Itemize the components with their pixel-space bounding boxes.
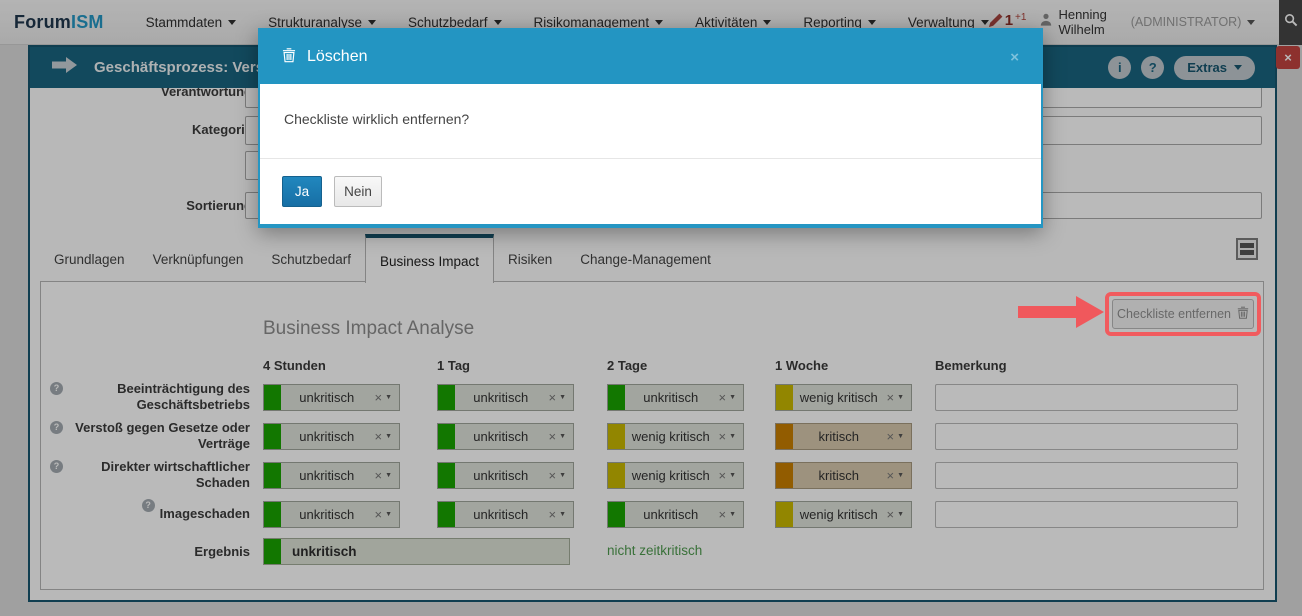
modal-body: Checkliste wirklich entfernen? bbox=[260, 84, 1041, 127]
modal-header: Löschen × bbox=[260, 30, 1041, 84]
delete-confirm-modal: Löschen × Checkliste wirklich entfernen?… bbox=[258, 28, 1043, 228]
trash-icon bbox=[282, 47, 296, 68]
close-icon[interactable]: × bbox=[1010, 49, 1019, 66]
modal-footer: Ja Nein bbox=[260, 158, 1041, 224]
modal-message: Checkliste wirklich entfernen? bbox=[284, 111, 469, 127]
modal-title: Löschen bbox=[307, 48, 368, 66]
confirm-yes-button[interactable]: Ja bbox=[282, 176, 322, 207]
page: ForumISM StammdatenStrukturanalyseSchutz… bbox=[0, 0, 1302, 616]
confirm-no-button[interactable]: Nein bbox=[334, 176, 382, 207]
